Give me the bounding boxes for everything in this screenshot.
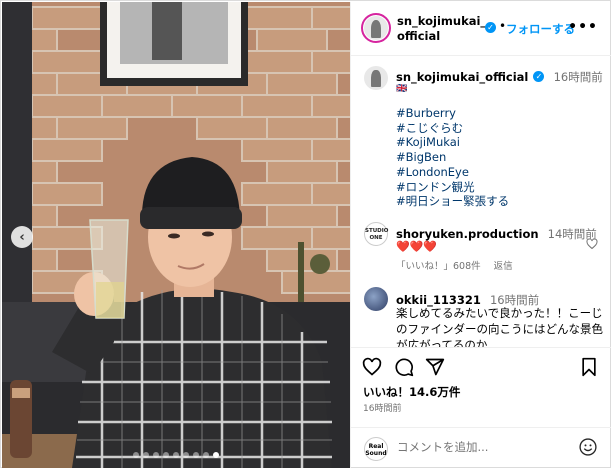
post-header: sn_kojimukai_official ✓ • フォローする ••• (351, 2, 611, 56)
carousel-dot (153, 452, 159, 458)
comment-text: 楽しめてるみたいで良かった！！こーじのファインダーの向こうにはどんな景色が広がっ… (396, 306, 603, 347)
instagram-post-window: ‹ sn_kojimukai_official ✓ • フォローする ••• s… (0, 0, 611, 468)
commenter-avatar[interactable] (364, 287, 388, 311)
chevron-left-icon: ‹ (19, 229, 25, 245)
carousel-dots (2, 452, 350, 458)
hashtag-link[interactable]: #KojiMukai (396, 135, 509, 150)
share-paper-plane-icon[interactable] (425, 357, 445, 377)
carousel-dot (133, 452, 139, 458)
hashtag-link[interactable]: #BigBen (396, 150, 509, 165)
hashtag-link[interactable]: #LondonEye (396, 165, 509, 180)
add-comment-bar: Real Sound (351, 427, 611, 468)
photo-illustration (2, 2, 350, 468)
like-heart-icon[interactable] (362, 357, 382, 377)
post-side-panel: sn_kojimukai_official ✓ • フォローする ••• sn_… (350, 2, 611, 468)
like-comment-heart-icon[interactable] (586, 238, 598, 250)
author-avatar[interactable] (361, 13, 391, 43)
carousel-dot (163, 452, 169, 458)
caption-author-avatar[interactable] (364, 66, 388, 90)
reply-button[interactable]: 返信 (494, 261, 513, 272)
hashtag-link[interactable]: #Burberry (396, 106, 509, 121)
emoji-picker-icon[interactable] (578, 437, 598, 457)
carousel-prev-button[interactable]: ‹ (11, 226, 33, 248)
comment-likes-count[interactable]: 「いいね！」608件 (396, 261, 481, 272)
follow-button[interactable]: フォローする (506, 21, 575, 37)
commenter-avatar[interactable]: STUDIO ONE (364, 222, 388, 246)
post-actions: いいね！14.6万件 16時間前 (351, 347, 611, 427)
verified-badge-icon: ✓ (533, 71, 545, 82)
carousel-dot (143, 452, 149, 458)
current-user-avatar: Real Sound (364, 437, 388, 461)
post-photo[interactable]: ‹ (2, 2, 350, 468)
comment-bubble-icon[interactable] (394, 357, 414, 377)
comments-section[interactable]: sn_kojimukai_official ✓ 16時間前 🇬🇧 #Burber… (351, 57, 611, 347)
hashtag-link[interactable]: #こじぐらむ (396, 121, 509, 136)
caption-hashtags: #Burberry #こじぐらむ #KojiMukai #BigBen #Lon… (396, 106, 509, 209)
comment-meta: 「いいね！」608件 返信 (396, 258, 523, 272)
uk-flag-emoji: 🇬🇧 (396, 84, 408, 94)
caption-username[interactable]: sn_kojimukai_official (396, 70, 528, 84)
hashtag-link[interactable]: #ロンドン観光 (396, 180, 509, 195)
comment-input[interactable] (397, 440, 557, 454)
more-options-icon[interactable]: ••• (568, 19, 598, 35)
bookmark-save-icon[interactable] (579, 357, 599, 377)
carousel-dot (183, 452, 189, 458)
carousel-dot (173, 452, 179, 458)
carousel-dot (203, 452, 209, 458)
caption-header: sn_kojimukai_official ✓ 16時間前 (396, 66, 603, 85)
carousel-dot (193, 452, 199, 458)
verified-badge-icon: ✓ (485, 22, 496, 33)
comment-text: ❤️❤️❤️ (396, 240, 438, 253)
avatar-silhouette (371, 70, 381, 88)
carousel-dot-active (213, 452, 219, 458)
caption-timestamp[interactable]: 16時間前 (554, 70, 603, 84)
hashtag-link[interactable]: #明日ショー緊張する (396, 194, 509, 209)
avatar-silhouette (370, 19, 382, 38)
commenter-username[interactable]: shoryuken.production (396, 227, 539, 241)
author-username[interactable]: sn_kojimukai_official (397, 14, 487, 44)
post-timestamp[interactable]: 16時間前 (363, 401, 401, 414)
likes-count[interactable]: いいね！14.6万件 (363, 384, 460, 400)
